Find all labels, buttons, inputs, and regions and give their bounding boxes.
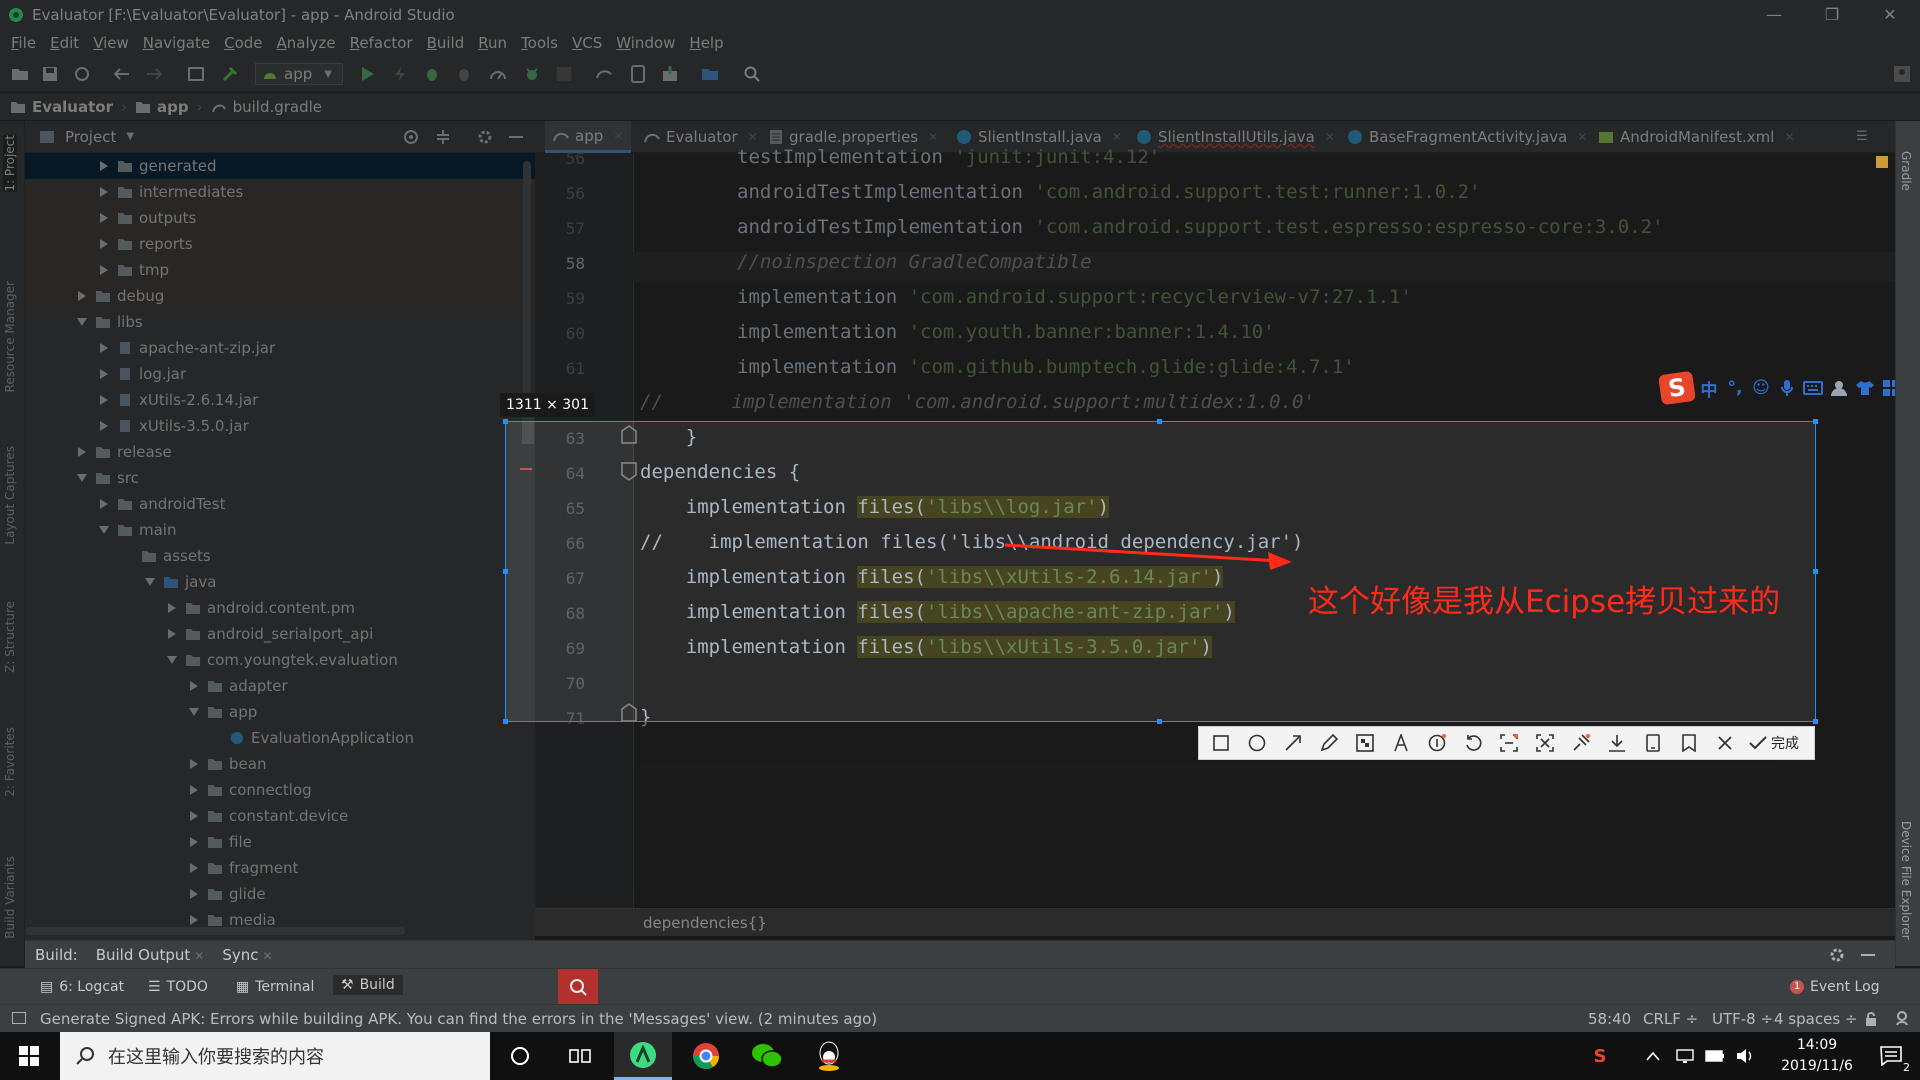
search-icon <box>76 1047 94 1065</box>
todo-icon: ☰ <box>148 979 161 995</box>
capture-dim-left <box>0 421 505 722</box>
skin-icon[interactable] <box>1854 377 1876 399</box>
bookmark-icon[interactable] <box>1675 729 1703 757</box>
taskbar-search-input[interactable]: 在这里输入你要搜索的内容 <box>60 1032 490 1080</box>
error-badge-icon: 1 <box>1790 980 1804 994</box>
text-tool-icon[interactable] <box>1387 729 1415 757</box>
lock-icon[interactable] <box>1865 1012 1877 1026</box>
hammer-icon: ⚒ <box>341 977 354 993</box>
sogou-logo-icon[interactable]: S <box>1658 370 1696 406</box>
taskbar-clock[interactable]: 14:09 2019/11/6 <box>1772 1035 1862 1077</box>
done-button[interactable]: 完成 <box>1749 733 1799 753</box>
indent-setting[interactable]: 4 spaces ÷ <box>1774 1010 1857 1028</box>
tool-todo[interactable]: ☰ TODO <box>148 979 208 995</box>
notification-center-icon[interactable]: 2 <box>1862 1032 1920 1080</box>
ime-chinese-mode[interactable]: 中 <box>1698 377 1720 401</box>
event-log-button[interactable]: 1 Event Log <box>1790 979 1880 995</box>
windows-taskbar: 在这里输入你要搜索的内容 S 14:09 2019/11/6 2 <box>0 1032 1920 1080</box>
close-icon[interactable]: ✕ <box>262 949 272 963</box>
status-bar: Generate Signed APK: Errors while buildi… <box>0 1004 1920 1032</box>
windows-logo-icon <box>19 1046 39 1066</box>
right-tool-strip: Gradle Device File Explorer <box>1895 121 1920 966</box>
capture-dim-top <box>0 0 1920 421</box>
sogou-tray-icon[interactable]: S <box>1580 1032 1620 1080</box>
android-studio-taskbar-icon[interactable] <box>614 1032 672 1080</box>
chevron-up-icon[interactable] <box>1638 1032 1668 1080</box>
tool-gradle[interactable]: Gradle <box>1899 151 1913 191</box>
download-icon[interactable] <box>1603 729 1631 757</box>
file-encoding[interactable]: UTF-8 ÷ <box>1712 1010 1773 1028</box>
ime-toolbar: S 中 °, ☺ <box>1658 370 1915 406</box>
number-tool-icon[interactable] <box>1423 729 1451 757</box>
capture-toolbar: 完成 <box>1198 726 1815 760</box>
search-floating-icon[interactable] <box>558 969 598 1005</box>
tool-build[interactable]: ⚒ Build <box>333 975 403 995</box>
build-panel-header: Build: Build Output ✕ Sync ✕ <box>25 940 1895 968</box>
phone-icon[interactable] <box>1639 729 1667 757</box>
capture-size-label: 1311 × 301 <box>500 393 595 417</box>
chrome-taskbar-icon[interactable] <box>677 1032 735 1080</box>
qq-taskbar-icon[interactable] <box>800 1032 858 1080</box>
resize-handle[interactable] <box>503 419 508 424</box>
logcat-icon: ▤ <box>40 979 54 995</box>
cancel-icon[interactable] <box>1711 729 1739 757</box>
start-button[interactable] <box>0 1032 58 1080</box>
resize-handle[interactable] <box>1813 569 1818 574</box>
ocr-icon[interactable] <box>1495 729 1523 757</box>
tool-logcat[interactable]: ▤ 6: Logcat <box>40 979 124 995</box>
resize-handle[interactable] <box>1813 419 1818 424</box>
warning-stripe-icon[interactable] <box>1876 156 1888 168</box>
clock-time: 14:09 <box>1796 1037 1838 1053</box>
status-layout-icon[interactable] <box>12 1012 26 1024</box>
search-placeholder: 在这里输入你要搜索的内容 <box>108 1047 324 1068</box>
ellipse-tool-icon[interactable] <box>1243 729 1271 757</box>
network-icon[interactable] <box>1670 1032 1700 1080</box>
check-icon <box>1749 736 1767 750</box>
tab-sync[interactable]: Sync ✕ <box>222 946 272 964</box>
scan-icon[interactable] <box>1531 729 1559 757</box>
status-message[interactable]: Generate Signed APK: Errors while buildi… <box>40 1010 877 1028</box>
hide-panel-icon[interactable] <box>1861 953 1875 957</box>
breadcrumb-scope[interactable]: dependencies{} <box>643 914 767 932</box>
pen-tool-icon[interactable] <box>1315 729 1343 757</box>
task-view-icon[interactable] <box>551 1032 609 1080</box>
close-icon[interactable]: ✕ <box>194 949 204 963</box>
gear-icon[interactable] <box>1829 947 1845 963</box>
punctuation-icon[interactable]: °, <box>1724 377 1746 399</box>
resize-handle[interactable] <box>1157 419 1162 424</box>
user-account-icon[interactable] <box>1828 377 1850 399</box>
tool-device-file-explorer[interactable]: Device File Explorer <box>1899 821 1913 940</box>
caret-position[interactable]: 58:40 <box>1588 1010 1631 1028</box>
resize-handle[interactable] <box>1813 719 1818 724</box>
wechat-taskbar-icon[interactable] <box>738 1032 796 1080</box>
undo-icon[interactable] <box>1459 729 1487 757</box>
capture-selection[interactable] <box>503 419 1818 724</box>
clock-date: 2019/11/6 <box>1781 1058 1853 1074</box>
emoji-icon[interactable]: ☺ <box>1750 377 1772 399</box>
tool-terminal[interactable]: ▦ Terminal <box>236 979 314 995</box>
inspection-icon[interactable] <box>1894 1010 1910 1026</box>
resize-handle[interactable] <box>503 719 508 724</box>
rectangle-tool-icon[interactable] <box>1207 729 1235 757</box>
notification-count: 2 <box>1903 1061 1910 1074</box>
keyboard-icon[interactable] <box>1802 377 1824 399</box>
resize-handle[interactable] <box>503 569 508 574</box>
tool-window-bar: ▤ 6: Logcat ☰ TODO ▦ Terminal ⚒ Build 1 Even… <box>0 968 1920 1005</box>
line-separator[interactable]: CRLF ÷ <box>1643 1010 1698 1028</box>
build-label: Build: <box>35 945 78 964</box>
arrow-tool-icon[interactable] <box>1279 729 1307 757</box>
mosaic-tool-icon[interactable] <box>1351 729 1379 757</box>
microphone-icon[interactable] <box>1776 377 1798 399</box>
cortana-icon[interactable] <box>491 1032 549 1080</box>
tab-build-output[interactable]: Build Output ✕ <box>96 946 205 964</box>
code-breadcrumb: dependencies{} <box>535 908 1895 936</box>
battery-icon[interactable] <box>1700 1032 1730 1080</box>
volume-icon[interactable] <box>1730 1032 1760 1080</box>
terminal-icon: ▦ <box>236 979 250 995</box>
resize-handle[interactable] <box>1157 719 1162 724</box>
pin-icon[interactable] <box>1567 729 1595 757</box>
